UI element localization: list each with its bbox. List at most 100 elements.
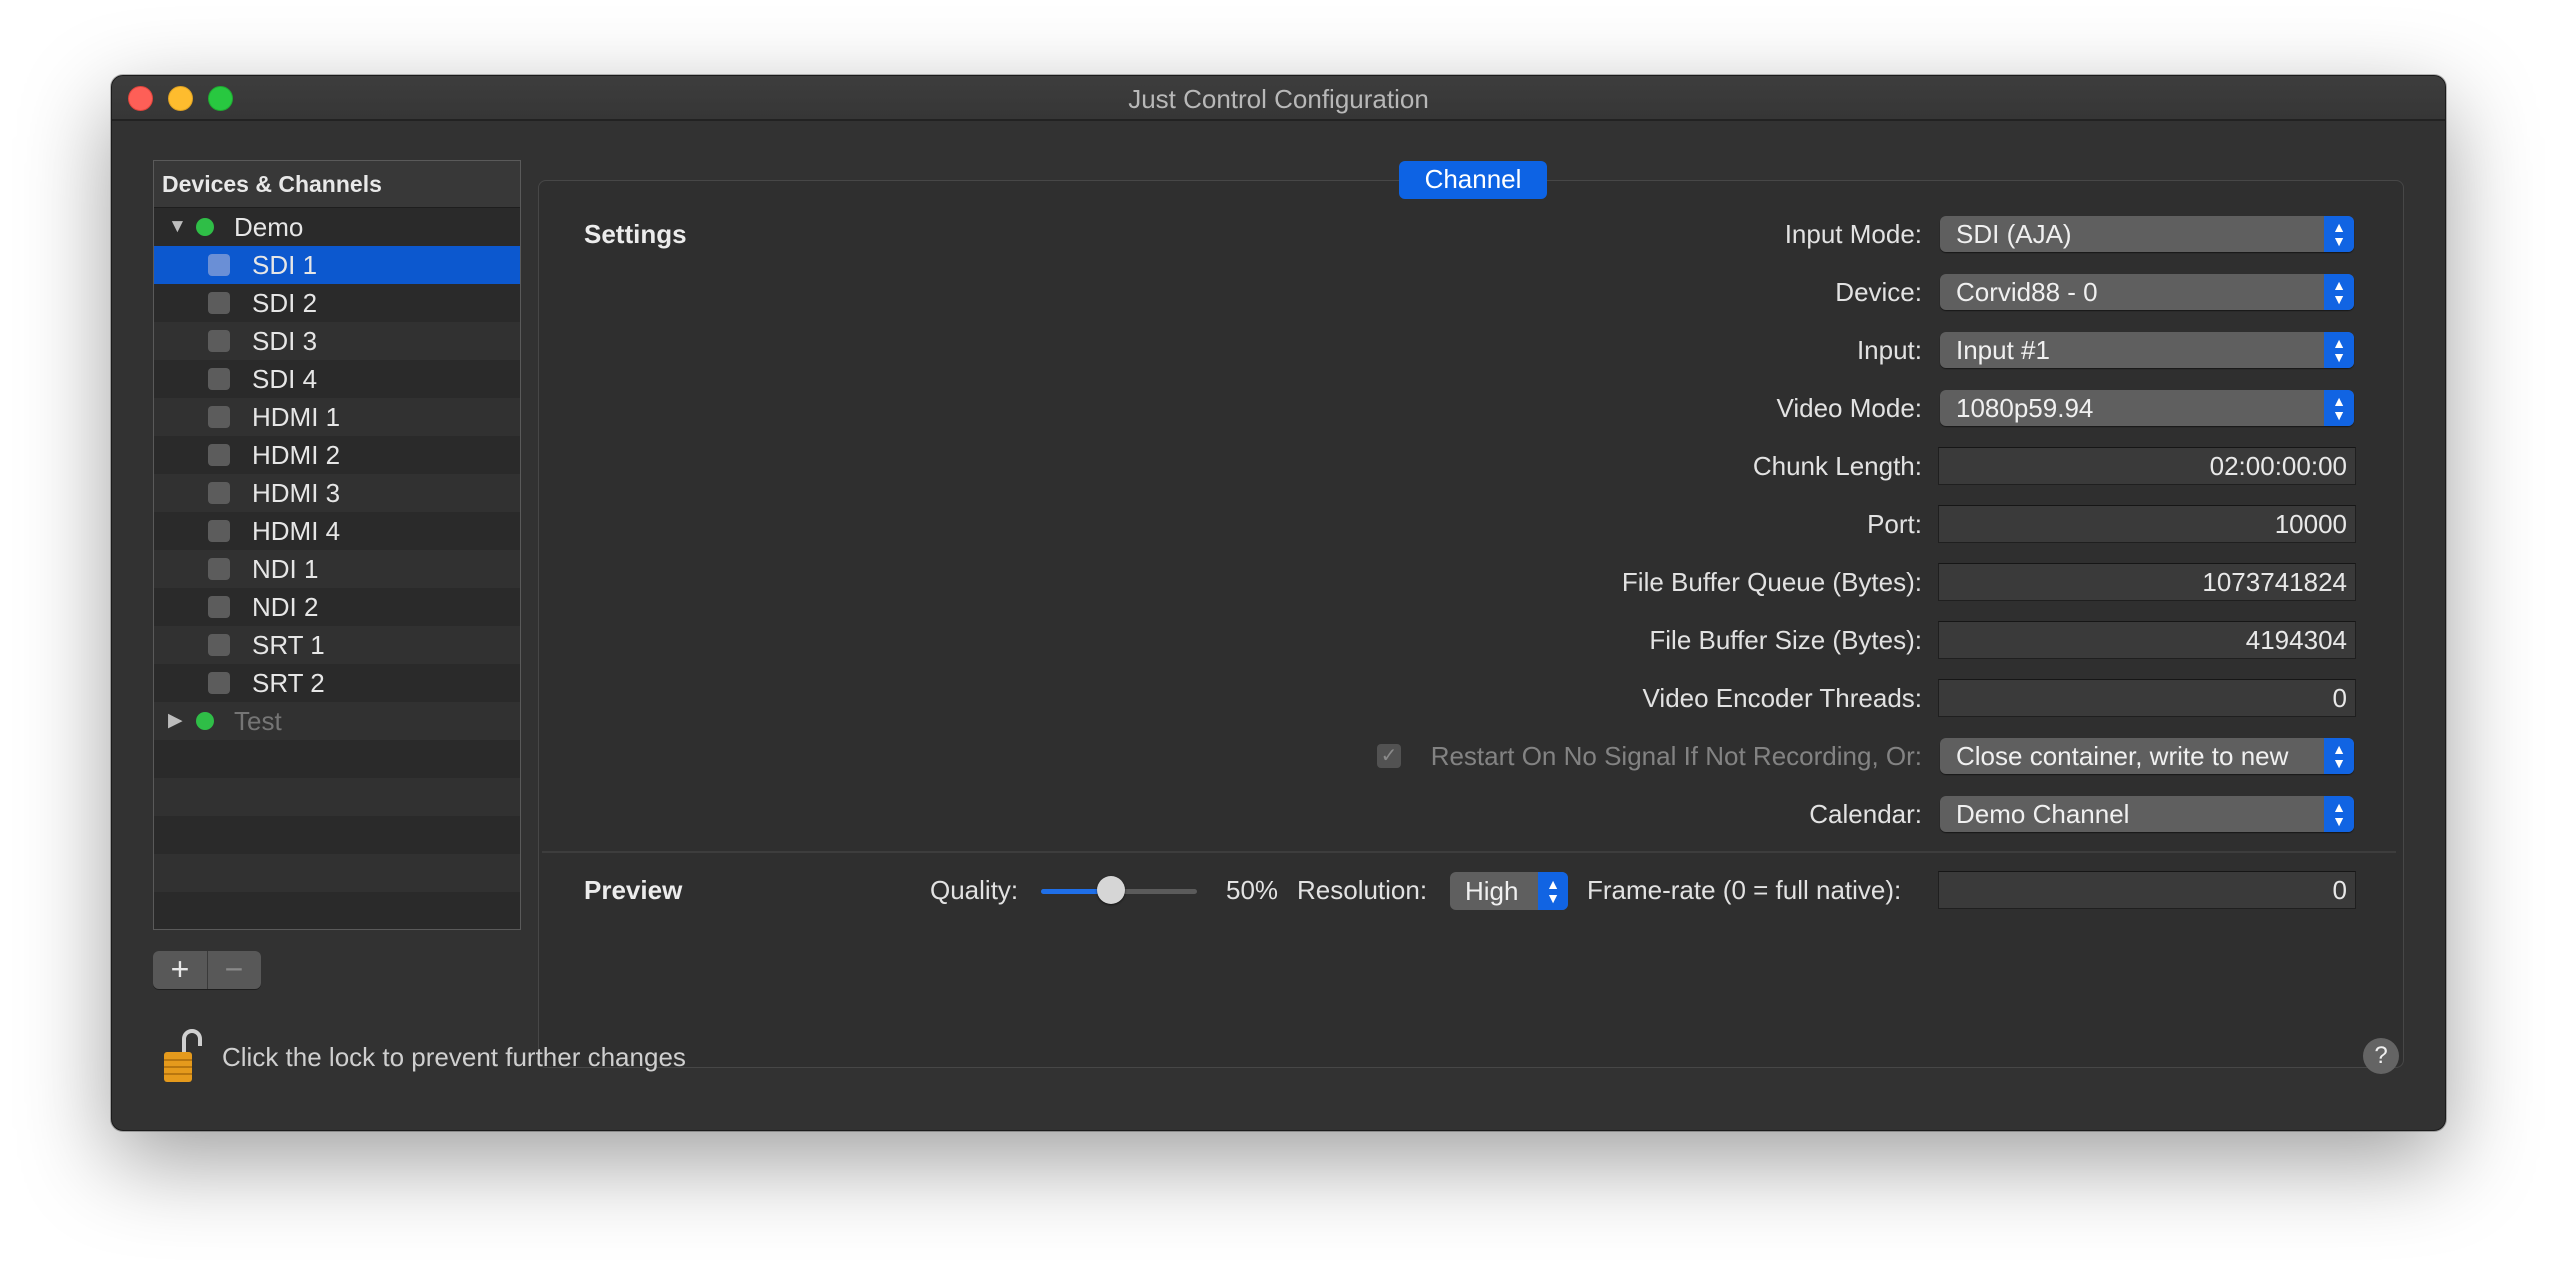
input-mode-popup[interactable]: SDI (AJA) ▲ ▼ [1940, 216, 2354, 252]
group-label: Demo [234, 212, 304, 242]
channel-icon [208, 444, 230, 466]
channel-label: SDI 4 [252, 364, 318, 394]
list-item-channel[interactable]: SRT 2 [154, 664, 520, 702]
resolution-value: High [1465, 876, 1519, 906]
list-item-channel[interactable]: SRT 1 [154, 626, 520, 664]
list-item-channel[interactable]: NDI 1 [154, 550, 520, 588]
list-item-channel[interactable]: SDI 2 [154, 284, 520, 322]
video-mode-value: 1080p59.94 [1956, 393, 2094, 423]
input-value: Input #1 [1956, 335, 2050, 365]
chunk-length-value: 02:00:00:00 [2209, 451, 2347, 481]
resolution-popup[interactable]: High ▲ ▼ [1450, 872, 1568, 910]
list-item-channel[interactable]: SDI 4 [154, 360, 520, 398]
resolution-label: Resolution: [1297, 875, 1428, 905]
channel-icon [208, 292, 230, 314]
devices-channels-list[interactable]: Devices & Channels ▼ Demo SDI 1 SDI 2 SDI 3 S… [153, 160, 521, 930]
disclosure-expanded-icon[interactable]: ▼ [168, 208, 187, 246]
restart-checkbox[interactable]: ✓ [1377, 744, 1401, 768]
chevron-updown-icon: ▲ ▼ [2324, 796, 2354, 832]
device-value: Corvid88 - 0 [1956, 277, 2098, 307]
channel-label: HDMI 1 [252, 402, 341, 432]
channel-label: SRT 2 [252, 668, 325, 698]
list-item-group-test[interactable]: ▶ Test [154, 702, 520, 740]
video-mode-popup[interactable]: 1080p59.94 ▲ ▼ [1940, 390, 2354, 426]
restart-label: Restart On No Signal If Not Recording, O… [1430, 741, 1922, 771]
help-button[interactable]: ? [2363, 1038, 2399, 1074]
file-buffer-size-value: 4194304 [2245, 625, 2347, 655]
video-encoder-threads-field[interactable]: 0 [1938, 679, 2356, 717]
channel-icon [208, 482, 230, 504]
settings-title: Settings [584, 219, 687, 249]
channel-icon [208, 672, 230, 694]
list-header: Devices & Channels [154, 161, 520, 208]
preview-title: Preview [584, 875, 683, 905]
port-value: 10000 [2274, 509, 2347, 539]
input-mode-label: Input Mode: [1784, 219, 1922, 249]
list-empty-row [154, 816, 520, 854]
title-bar: Just Control Configuration [112, 76, 2445, 121]
chevron-updown-icon: ▲ ▼ [2324, 390, 2354, 426]
quality-value: 50% [1226, 875, 1279, 905]
video-encoder-threads-value: 0 [2332, 683, 2347, 713]
channel-label: NDI 1 [252, 554, 319, 584]
channel-icon [208, 254, 230, 276]
list-item-channel[interactable]: SDI 1 [154, 246, 520, 284]
video-mode-label: Video Mode: [1776, 393, 1922, 423]
file-buffer-size-field[interactable]: 4194304 [1938, 621, 2356, 659]
channel-icon [208, 368, 230, 390]
channel-icon [208, 634, 230, 656]
input-label: Input: [1856, 335, 1922, 365]
chevron-updown-icon: ▲ ▼ [2324, 274, 2354, 310]
list-item-channel[interactable]: SDI 3 [154, 322, 520, 360]
calendar-value: Demo Channel [1956, 799, 2130, 829]
chevron-updown-icon: ▲ ▼ [2324, 332, 2354, 368]
remove-button[interactable]: − [207, 951, 261, 989]
list-item-channel[interactable]: HDMI 4 [154, 512, 520, 550]
tab-channel[interactable]: Channel [1399, 161, 1547, 199]
port-label: Port: [1867, 509, 1922, 539]
unlocked-lock-icon[interactable] [162, 1026, 202, 1084]
file-buffer-queue-label: File Buffer Queue (Bytes): [1621, 567, 1922, 597]
input-mode-value: SDI (AJA) [1956, 219, 2072, 249]
calendar-label: Calendar: [1809, 799, 1922, 829]
channel-label: SDI 2 [252, 288, 318, 318]
quality-label: Quality: [930, 875, 1019, 905]
channel-label: NDI 2 [252, 592, 319, 622]
file-buffer-size-label: File Buffer Size (Bytes): [1649, 625, 1922, 655]
chunk-length-field[interactable]: 02:00:00:00 [1938, 447, 2356, 485]
file-buffer-queue-field[interactable]: 1073741824 [1938, 563, 2356, 601]
list-item-group-demo[interactable]: ▼ Demo [154, 208, 520, 246]
calendar-popup[interactable]: Demo Channel ▲ ▼ [1940, 796, 2354, 832]
status-dot-icon [196, 712, 214, 730]
lock-hint-text: Click the lock to prevent further change… [222, 1042, 686, 1072]
chevron-updown-icon: ▲ ▼ [1538, 872, 1568, 910]
add-remove-control: + − [153, 951, 261, 989]
chunk-length-label: Chunk Length: [1752, 451, 1922, 481]
input-popup[interactable]: Input #1 ▲ ▼ [1940, 332, 2354, 368]
list-item-channel[interactable]: HDMI 2 [154, 436, 520, 474]
device-popup[interactable]: Corvid88 - 0 ▲ ▼ [1940, 274, 2354, 310]
chevron-updown-icon: ▲ ▼ [2324, 216, 2354, 252]
list-empty-row [154, 892, 520, 929]
list-item-channel[interactable]: NDI 2 [154, 588, 520, 626]
channel-icon [208, 330, 230, 352]
group-label: Test [234, 706, 282, 736]
channel-label: HDMI 4 [252, 516, 341, 546]
list-item-channel[interactable]: HDMI 1 [154, 398, 520, 436]
file-buffer-queue-value: 1073741824 [2202, 567, 2347, 597]
list-empty-row [154, 740, 520, 778]
list-item-channel[interactable]: HDMI 3 [154, 474, 520, 512]
disclosure-collapsed-icon[interactable]: ▶ [168, 702, 183, 740]
chevron-updown-icon: ▲ ▼ [2324, 738, 2354, 774]
framerate-field[interactable]: 0 [1938, 871, 2356, 909]
restart-action-popup[interactable]: Close container, write to new ▲ ▼ [1940, 738, 2354, 774]
port-field[interactable]: 10000 [1938, 505, 2356, 543]
quality-slider-knob[interactable] [1097, 876, 1126, 904]
channel-label: HDMI 2 [252, 440, 341, 470]
channel-icon [208, 406, 230, 428]
status-dot-icon [196, 218, 214, 236]
list-empty-row [154, 854, 520, 892]
restart-action-value: Close container, write to new [1956, 741, 2289, 771]
window-title: Just Control Configuration [1128, 84, 1429, 114]
add-button[interactable]: + [153, 951, 208, 989]
